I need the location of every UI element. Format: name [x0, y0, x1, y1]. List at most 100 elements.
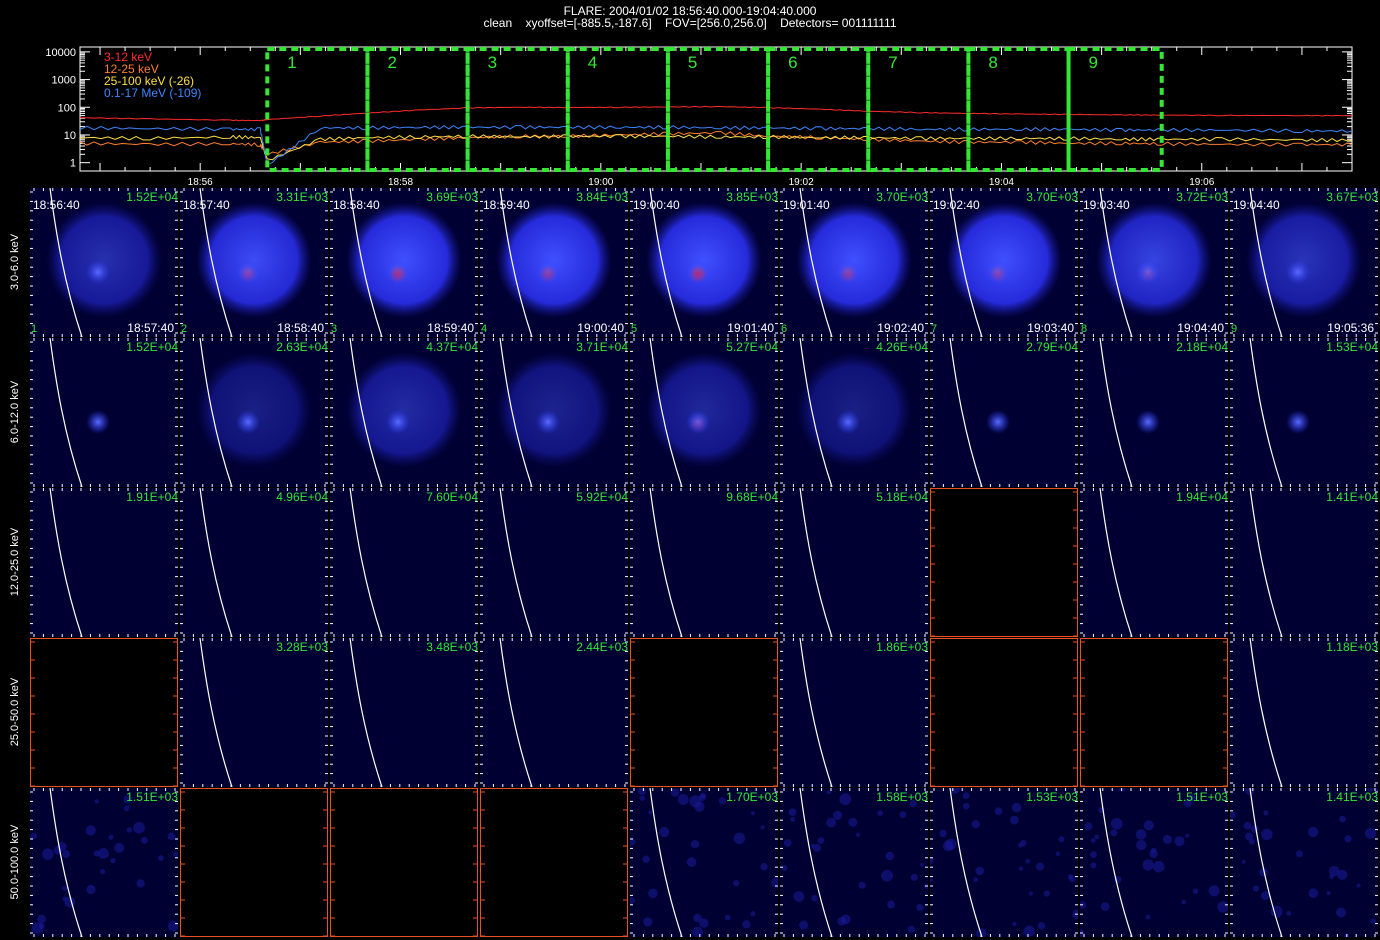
energy-row-label: 12.0-25.0 keV [0, 487, 30, 637]
noise-blob [799, 920, 809, 930]
panel-max-value: 7.60E+04 [426, 490, 478, 504]
image-panel-empty [480, 788, 628, 937]
panel-bg [180, 638, 328, 787]
panel-end-time: 19:02:40 [877, 321, 924, 335]
panel-end-time: 19:04:40 [1177, 321, 1224, 335]
noise-blob [694, 801, 705, 812]
noise-blob [1143, 820, 1154, 831]
noise-blob [94, 799, 99, 804]
noise-blob [1142, 859, 1154, 871]
noise-blob [1067, 874, 1073, 880]
noise-blob [899, 811, 907, 818]
panel-end-time: 19:00:40 [577, 321, 624, 335]
panel-bg [330, 638, 478, 787]
noise-blob [760, 863, 768, 871]
noise-blob [910, 873, 918, 881]
noise-blob [42, 848, 54, 860]
noise-blob [1084, 822, 1093, 831]
panel-max-value: 3.28E+03 [276, 640, 328, 654]
panel-image [780, 638, 928, 787]
source-core [239, 265, 257, 283]
panel-max-value: 1.18E+03 [1326, 640, 1378, 654]
noise-blob [811, 895, 818, 902]
y-tick-label: 100 [58, 102, 76, 114]
x-tick-label: 19:06 [1189, 177, 1214, 185]
panel-bg [30, 488, 178, 637]
noise-blob [1153, 860, 1165, 873]
image-panel: 5.92E+04 [480, 488, 628, 637]
noise-blob [62, 850, 71, 858]
panel-max-value: 2.44E+03 [576, 640, 628, 654]
source-core [989, 265, 1007, 283]
panel-index: 6 [781, 323, 788, 335]
image-panel-empty [1080, 638, 1228, 787]
noise-blob [114, 842, 125, 853]
panel-bg [1230, 488, 1378, 637]
image-panel: 5.18E+04 [780, 488, 928, 637]
noise-blob [126, 827, 133, 833]
noise-blob [945, 838, 957, 850]
panel-end-time: 18:59:40 [427, 321, 474, 335]
panel-max-value: 1.41E+03 [1326, 790, 1378, 804]
panel-index: 1 [31, 323, 38, 335]
panel-bg [930, 788, 1078, 937]
image-panel: 4.26E+04 [780, 338, 928, 487]
image-panel: 2.79E+04 [930, 338, 1078, 487]
noise-blob [994, 807, 1003, 816]
image-panel: 3.71E+04 [480, 338, 628, 487]
source-blob [836, 410, 860, 434]
empty-panel-bg [1080, 638, 1228, 787]
panel-index: 7 [931, 323, 938, 335]
source-blob [86, 260, 110, 284]
panel-end-time: 19:03:40 [1027, 321, 1074, 335]
noise-blob [1250, 825, 1259, 834]
panel-image [30, 638, 178, 787]
panel-image [1080, 338, 1228, 487]
panel-max-value: 3.70E+03 [1026, 190, 1078, 204]
source-core [1139, 265, 1157, 283]
panel-bg [1230, 788, 1378, 937]
panel-image [930, 488, 1078, 637]
noise-blob [1174, 836, 1185, 847]
noise-blob [1018, 866, 1024, 871]
empty-panel-bg [930, 638, 1078, 787]
interval-box [966, 47, 1071, 172]
noise-blob [833, 810, 843, 820]
noise-blob [62, 885, 68, 891]
legend-entry: 0.1-17 MeV (-109) [104, 86, 201, 100]
noise-blob [1136, 839, 1147, 851]
image-panel: 9.68E+04 [630, 488, 778, 637]
panel-max-value: 1.86E+03 [876, 640, 928, 654]
panel-image [1230, 338, 1378, 487]
panel-bg [180, 488, 328, 637]
noise-blob [916, 904, 924, 912]
panel-image [480, 338, 628, 487]
panel-image [630, 788, 778, 937]
noise-blob [939, 829, 947, 838]
y-tick-label: 10 [64, 130, 76, 142]
image-panel: 1.18E+03 [1230, 638, 1378, 787]
panel-max-value: 5.92E+04 [576, 490, 628, 504]
solar-disk-glow [1246, 202, 1362, 318]
image-panel: 2.63E+04 [180, 338, 328, 487]
panel-index: 9 [1231, 323, 1238, 335]
noise-blob [1308, 888, 1319, 898]
panel-max-value: 9.68E+04 [726, 490, 778, 504]
noise-blob [1365, 827, 1376, 839]
noise-blob [848, 817, 858, 827]
panel-image [180, 788, 328, 937]
noise-blob [973, 877, 979, 882]
panel-bg [30, 788, 178, 937]
noise-blob [1055, 851, 1061, 856]
source-core [689, 265, 707, 283]
panel-max-value: 4.96E+04 [276, 490, 328, 504]
image-panel: 2.44E+03 [480, 638, 628, 787]
energy-row-label-text: 6.0-12.0 keV [9, 380, 21, 444]
noise-blob [975, 866, 984, 876]
panel-max-value: 1.91E+04 [126, 490, 178, 504]
noise-blob [1010, 815, 1019, 825]
noise-blob [1094, 834, 1100, 840]
panel-max-value: 1.58E+03 [876, 790, 928, 804]
source-blob [386, 410, 410, 434]
panel-start-time: 19:04:40 [1233, 198, 1280, 212]
